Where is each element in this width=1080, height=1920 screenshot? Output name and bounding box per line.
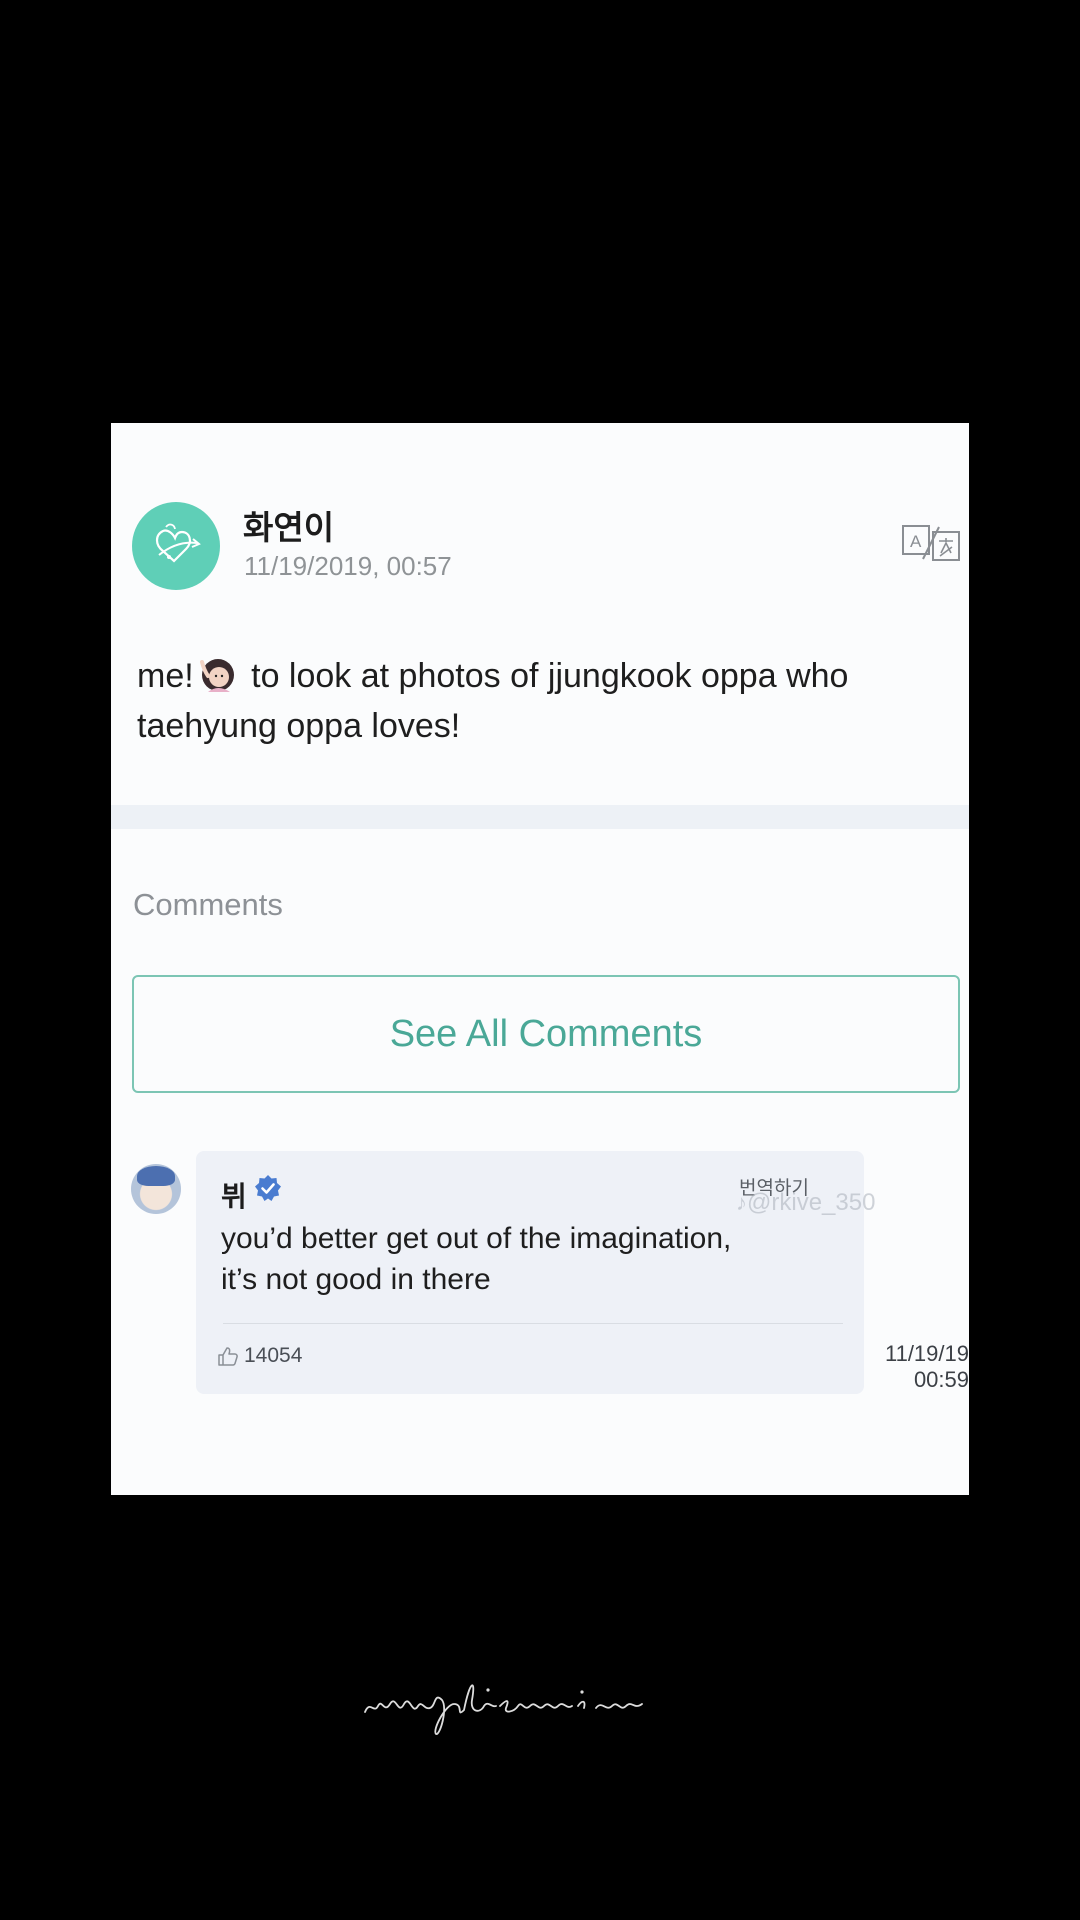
comment-timestamp: 11/19/19 00:59 [879, 1341, 969, 1393]
post-author-name[interactable]: 화연이 [243, 501, 334, 549]
author-avatar[interactable] [132, 502, 220, 590]
tiktok-watermark: ♪@rkive_350 [736, 1189, 875, 1217]
comment-text: you’d better get out of the imagination,… [221, 1218, 841, 1300]
comment-text-line1: you’d better get out of the imagination, [221, 1222, 732, 1255]
tiktok-logo-icon: ♪ [736, 1190, 747, 1215]
heart-logo-icon [155, 523, 201, 563]
like-count: 14054 [244, 1344, 303, 1367]
post-card: 화연이 11/19/2019, 00:57 A me! to look at p… [111, 423, 969, 1495]
svg-text:A: A [910, 532, 922, 551]
signature-watermark [364, 1684, 643, 1735]
comment-time-of-day: 00:59 [913, 1367, 969, 1392]
commenter-avatar[interactable] [131, 1164, 181, 1214]
post-body: me! to look at photos of jjungkook oppa … [137, 651, 957, 751]
comment-text-line2: it’s not good in there [221, 1263, 491, 1296]
section-divider [111, 805, 969, 829]
comment-divider [223, 1323, 843, 1324]
post-text-start: me! [137, 657, 194, 695]
comment-date: 11/19/19 [884, 1341, 969, 1366]
translate-icon[interactable]: A [901, 523, 961, 563]
person-raising-hand-emoji [198, 654, 238, 694]
post-text-rest: to look at photos of jjungkook oppa who … [137, 657, 849, 745]
verified-badge-icon [255, 1175, 281, 1201]
see-all-comments-button[interactable]: See All Comments [132, 975, 960, 1093]
thumbs-up-icon[interactable] [217, 1345, 239, 1367]
post-timestamp: 11/19/2019, 00:57 [244, 551, 452, 581]
commenter-name[interactable]: 뷔 [221, 1175, 247, 1215]
comments-heading: Comments [133, 887, 283, 922]
tiktok-handle: @rkive_350 [747, 1189, 876, 1216]
